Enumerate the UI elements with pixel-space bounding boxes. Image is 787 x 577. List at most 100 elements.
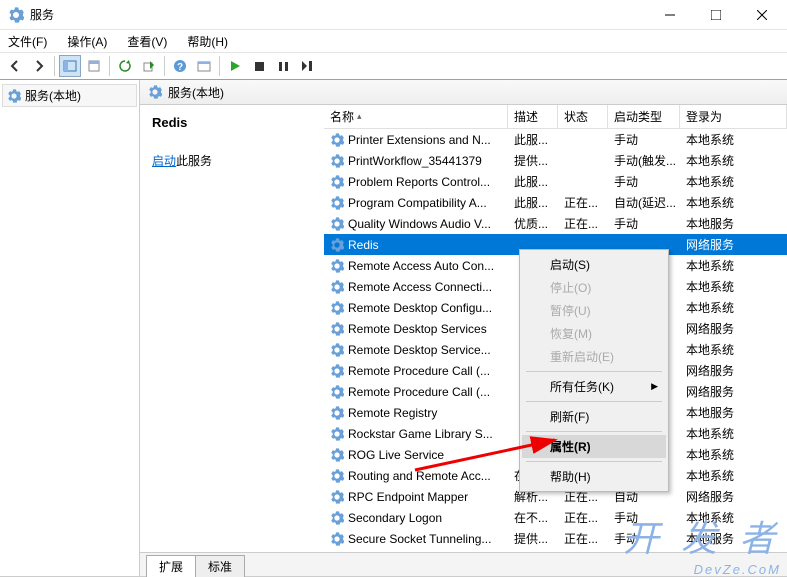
table-row[interactable]: Program Compatibility A...此服...正在...自动(延… — [324, 192, 787, 213]
service-desc: 此服... — [508, 194, 558, 211]
service-login: 网络服务 — [680, 320, 787, 337]
maximize-button[interactable] — [693, 0, 739, 30]
service-login: 本地系统 — [680, 446, 787, 463]
service-name: Problem Reports Control... — [348, 175, 490, 189]
toolbar-icon[interactable] — [193, 55, 215, 77]
help-button[interactable]: ? — [169, 55, 191, 77]
detail-pane: Redis 启动此服务 — [140, 105, 324, 552]
gear-icon — [330, 490, 344, 504]
service-name: Program Compatibility A... — [348, 196, 487, 210]
col-startup[interactable]: 启动类型 — [608, 105, 680, 128]
table-row[interactable]: PrintWorkflow_35441379提供...手动(触发...本地系统 — [324, 150, 787, 171]
gear-icon — [330, 196, 344, 210]
gear-icon — [330, 280, 344, 294]
gear-icon — [330, 238, 344, 252]
gear-icon — [330, 133, 344, 147]
start-service-button[interactable] — [224, 55, 246, 77]
service-startup: 手动(触发... — [608, 152, 680, 169]
view-tabs: 扩展 标准 — [140, 552, 787, 576]
menu-help[interactable]: 帮助(H) — [183, 31, 232, 52]
service-name: Routing and Remote Acc... — [348, 469, 491, 483]
context-menu-item: 恢复(M) — [522, 322, 666, 345]
service-name: RPC Endpoint Mapper — [348, 490, 468, 504]
forward-button[interactable] — [28, 55, 50, 77]
context-menu-item[interactable]: 刷新(F) — [522, 405, 666, 428]
context-menu-item: 停止(O) — [522, 276, 666, 299]
table-row[interactable]: Secondary Logon在不...正在...手动本地系统 — [324, 507, 787, 528]
pause-service-button[interactable] — [272, 55, 294, 77]
service-startup: 手动 — [608, 509, 680, 526]
sort-asc-icon: ▴ — [357, 111, 362, 122]
refresh-button[interactable] — [114, 55, 136, 77]
service-name: Remote Registry — [348, 406, 437, 420]
gear-icon — [330, 406, 344, 420]
start-service-trail: 此服务 — [176, 154, 212, 168]
col-status[interactable]: 状态 — [558, 105, 608, 128]
service-name: ROG Live Service — [348, 448, 444, 462]
service-startup: 手动 — [608, 131, 680, 148]
gear-icon — [330, 469, 344, 483]
tab-standard[interactable]: 标准 — [195, 555, 245, 577]
minimize-button[interactable] — [647, 0, 693, 30]
properties-button[interactable] — [83, 55, 105, 77]
service-status: 正在... — [558, 530, 608, 547]
service-name: Remote Procedure Call (... — [348, 385, 490, 399]
column-headers: 名称▴ 描述 状态 启动类型 登录为 — [324, 105, 787, 129]
start-service-link[interactable]: 启动 — [152, 154, 176, 168]
col-name[interactable]: 名称▴ — [324, 105, 508, 128]
tree-root-label: 服务(本地) — [25, 87, 81, 104]
col-desc[interactable]: 描述 — [508, 105, 558, 128]
tree-pane: 服务(本地) — [0, 80, 140, 576]
menu-separator — [526, 371, 662, 372]
gear-icon — [330, 154, 344, 168]
export-button[interactable] — [138, 55, 160, 77]
context-menu-item[interactable]: 启动(S) — [522, 253, 666, 276]
service-startup: 自动(延迟... — [608, 194, 680, 211]
gear-icon — [330, 427, 344, 441]
table-row[interactable]: Secure Socket Tunneling...提供...正在...手动本地… — [324, 528, 787, 549]
service-desc: 提供... — [508, 530, 558, 547]
service-login: 本地系统 — [680, 257, 787, 274]
service-startup: 手动 — [608, 530, 680, 547]
service-login: 本地系统 — [680, 425, 787, 442]
service-login: 本地系统 — [680, 152, 787, 169]
gear-icon — [330, 343, 344, 357]
context-menu-item[interactable]: 帮助(H) — [522, 465, 666, 488]
service-name: Remote Desktop Configu... — [348, 301, 492, 315]
service-name: Remote Desktop Services — [348, 322, 487, 336]
context-menu-item[interactable]: 所有任务(K)▶ — [522, 375, 666, 398]
menu-separator — [526, 401, 662, 402]
service-login: 网络服务 — [680, 362, 787, 379]
close-button[interactable] — [739, 0, 785, 30]
menu-action[interactable]: 操作(A) — [63, 31, 111, 52]
service-login: 本地系统 — [680, 299, 787, 316]
show-hide-tree-button[interactable] — [59, 55, 81, 77]
back-button[interactable] — [4, 55, 26, 77]
tree-root-item[interactable]: 服务(本地) — [2, 84, 137, 107]
tab-extended[interactable]: 扩展 — [146, 555, 196, 577]
service-login: 本地系统 — [680, 173, 787, 190]
window-title: 服务 — [30, 6, 647, 23]
gear-icon — [330, 301, 344, 315]
stop-service-button[interactable] — [248, 55, 270, 77]
gear-icon — [330, 532, 344, 546]
service-name: Remote Access Auto Con... — [348, 259, 494, 273]
context-menu-item[interactable]: 属性(R) — [522, 435, 666, 458]
menu-file[interactable]: 文件(F) — [4, 31, 51, 52]
gear-icon — [148, 85, 162, 99]
service-startup: 手动 — [608, 173, 680, 190]
titlebar: 服务 — [0, 0, 787, 30]
col-login[interactable]: 登录为 — [680, 105, 787, 128]
gear-icon — [330, 217, 344, 231]
table-row[interactable]: Problem Reports Control...此服...手动本地系统 — [324, 171, 787, 192]
table-row[interactable]: Quality Windows Audio V...优质...正在...手动本地… — [324, 213, 787, 234]
menu-view[interactable]: 查看(V) — [123, 31, 171, 52]
restart-service-button[interactable] — [296, 55, 318, 77]
service-name: Remote Access Connecti... — [348, 280, 492, 294]
service-desc: 在不... — [508, 509, 558, 526]
menu-separator — [526, 461, 662, 462]
table-row[interactable]: Printer Extensions and N...此服...手动本地系统 — [324, 129, 787, 150]
service-name: Secondary Logon — [348, 511, 442, 525]
selected-service-name: Redis — [152, 115, 312, 130]
service-name: Redis — [348, 238, 379, 252]
